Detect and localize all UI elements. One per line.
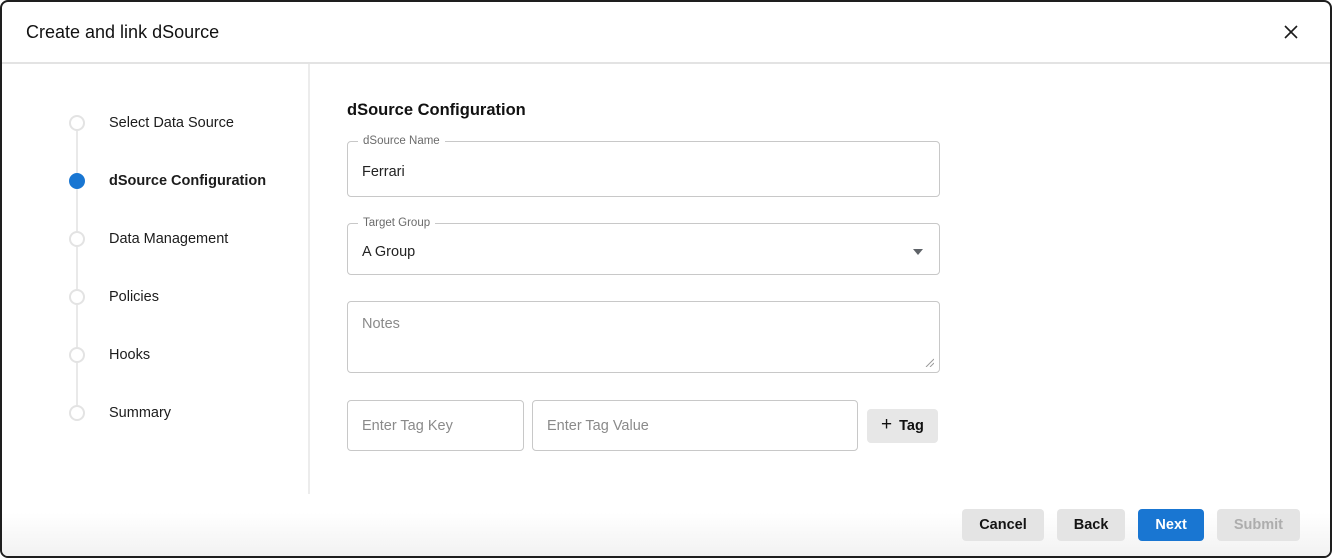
notes-textarea[interactable] — [348, 302, 939, 372]
step-label: Data Management — [109, 231, 228, 247]
step-circle-icon — [69, 347, 85, 363]
back-button[interactable]: Back — [1057, 509, 1126, 541]
submit-button[interactable]: Submit — [1217, 509, 1300, 541]
form-panel: dSource Configuration dSource Name Targe… — [310, 64, 1330, 494]
wizard-stepper-panel: Select Data Source dSource Configuration… — [2, 64, 310, 494]
dsource-name-field: dSource Name — [347, 141, 940, 197]
step-dsource-configuration[interactable]: dSource Configuration — [2, 152, 308, 210]
step-active-dot-icon — [69, 173, 85, 189]
plus-icon: + — [881, 415, 892, 434]
tag-entry-row: + Tag — [347, 400, 940, 451]
wizard-stepper: Select Data Source dSource Configuration… — [2, 64, 308, 442]
step-data-management[interactable]: Data Management — [2, 210, 308, 268]
modal-title: Create and link dSource — [26, 22, 1276, 43]
cancel-button[interactable]: Cancel — [962, 509, 1044, 541]
step-hooks[interactable]: Hooks — [2, 326, 308, 384]
step-circle-icon — [69, 231, 85, 247]
step-label: Summary — [109, 405, 171, 421]
modal-body: Select Data Source dSource Configuration… — [2, 64, 1330, 494]
close-button[interactable] — [1276, 17, 1306, 47]
step-circle-icon — [69, 289, 85, 305]
close-icon — [1282, 23, 1300, 41]
target-group-label: Target Group — [358, 217, 435, 230]
add-tag-button[interactable]: + Tag — [867, 409, 938, 443]
chevron-down-icon — [913, 249, 923, 255]
target-group-value: A Group — [362, 244, 913, 260]
modal-header: Create and link dSource — [2, 2, 1330, 64]
dsource-name-label: dSource Name — [358, 135, 445, 148]
next-button[interactable]: Next — [1138, 509, 1203, 541]
notes-field — [347, 301, 940, 373]
step-circle-icon — [69, 115, 85, 131]
form-heading: dSource Configuration — [347, 101, 940, 120]
target-group-select[interactable]: Target Group A Group — [347, 223, 940, 275]
step-label: Policies — [109, 289, 159, 305]
create-and-link-dsource-modal: Create and link dSource Select Data Sour… — [0, 0, 1332, 558]
step-label: Hooks — [109, 347, 150, 363]
tag-key-input[interactable] — [347, 400, 524, 451]
modal-footer: Cancel Back Next Submit — [2, 494, 1330, 556]
step-circle-icon — [69, 405, 85, 421]
step-select-data-source[interactable]: Select Data Source — [2, 94, 308, 152]
step-policies[interactable]: Policies — [2, 268, 308, 326]
step-label: Select Data Source — [109, 115, 234, 131]
tag-value-input[interactable] — [532, 400, 858, 451]
step-label: dSource Configuration — [109, 173, 266, 189]
step-summary[interactable]: Summary — [2, 384, 308, 442]
add-tag-button-label: Tag — [899, 418, 924, 434]
dsource-name-input[interactable] — [348, 142, 939, 196]
